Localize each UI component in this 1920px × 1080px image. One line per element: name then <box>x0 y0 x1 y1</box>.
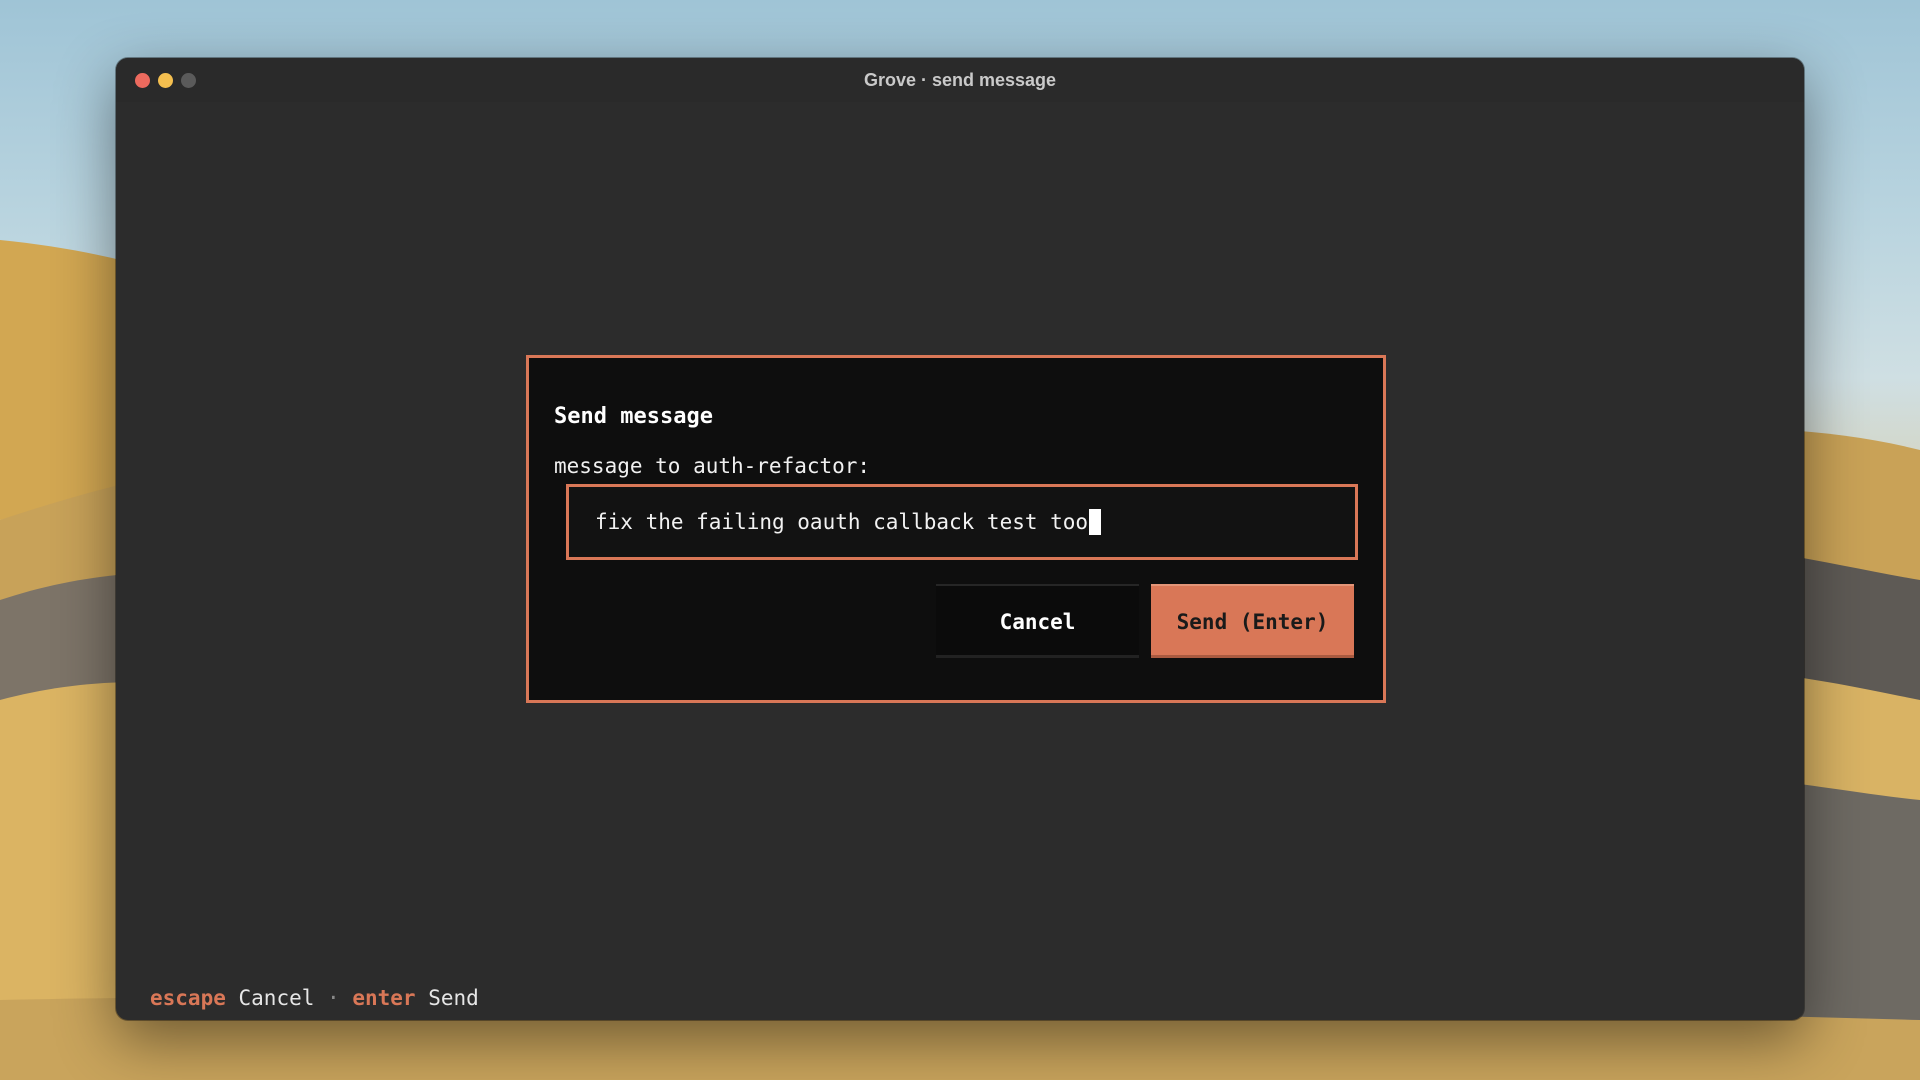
keybind-escape-key: escape <box>150 986 226 1010</box>
message-prompt-label: message to auth-refactor: <box>554 454 871 478</box>
message-input-value-wrapper: fix the failing oauth callback test too <box>595 509 1102 535</box>
keybind-footer: escape Cancel · enter Send <box>150 986 479 1010</box>
dialog-title: Send message <box>554 404 713 429</box>
message-input[interactable]: fix the failing oauth callback test too <box>566 484 1358 560</box>
keybind-escape-action: Cancel <box>238 986 315 1010</box>
keybind-enter-action: Send <box>428 986 479 1010</box>
send-message-dialog: Send message message to auth-refactor: f… <box>526 355 1386 703</box>
terminal-window: Grove · send message Send message messag… <box>116 58 1804 1020</box>
text-cursor <box>1089 509 1102 535</box>
window-title: Grove · send message <box>863 70 1057 90</box>
send-button[interactable]: Send (Enter) <box>1151 584 1354 658</box>
keybind-enter-key: enter <box>352 986 416 1010</box>
title-bar: Grove · send message <box>116 58 1804 102</box>
message-input-value: fix the failing oauth callback test too <box>595 510 1089 534</box>
keybind-separator: · <box>327 986 340 1010</box>
cancel-button[interactable]: Cancel <box>936 584 1139 658</box>
